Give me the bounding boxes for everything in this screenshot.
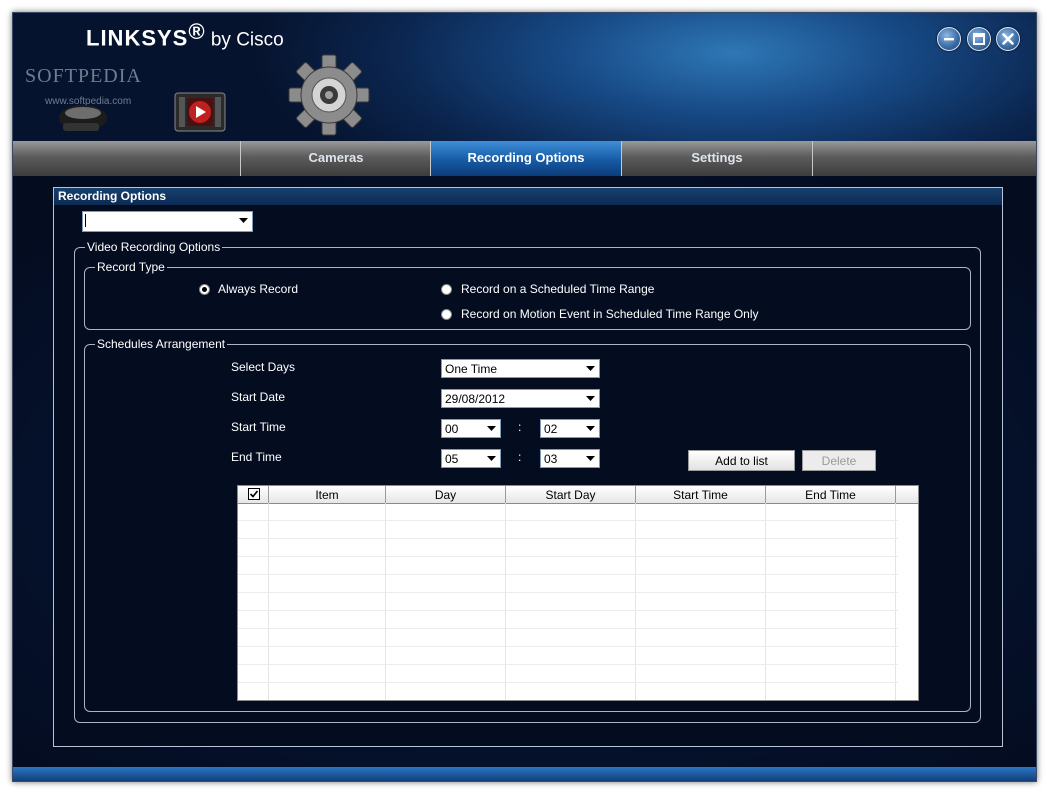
content-area: Recording Options Video Recording Option… (13, 176, 1036, 781)
logo-suffix: by Cisco (205, 29, 284, 51)
close-icon (1002, 33, 1014, 45)
table-row (238, 557, 898, 575)
chevron-down-icon (583, 391, 598, 406)
scheduled-time-range-label[interactable]: Record on a Scheduled Time Range (461, 282, 654, 296)
column-header-start-time[interactable]: Start Time (636, 486, 766, 503)
panel-title: Recording Options (54, 188, 1002, 205)
chevron-down-icon (583, 421, 598, 436)
end-time-minute-dropdown[interactable]: 03 (540, 449, 600, 468)
close-button[interactable] (996, 27, 1020, 51)
end-time-separator: : (518, 450, 522, 464)
logo-registered-mark: ® (188, 19, 206, 44)
motion-event-radio[interactable] (441, 309, 452, 320)
start-time-separator: : (518, 420, 522, 434)
select-days-label: Select Days (231, 360, 296, 374)
column-header-end-time[interactable]: End Time (766, 486, 896, 503)
select-all-column[interactable] (238, 486, 269, 503)
always-record-radio[interactable] (199, 284, 210, 295)
camera-icon (59, 105, 107, 131)
text-cursor (85, 214, 86, 227)
footer-bar (13, 767, 1036, 781)
table-row (238, 503, 898, 521)
motion-event-label[interactable]: Record on Motion Event in Scheduled Time… (461, 307, 759, 321)
end-time-minute-value: 03 (544, 452, 558, 466)
logo-brand: LINKSYS (86, 25, 189, 51)
header: LINKSYS® by Cisco SOFTPEDIA www.softpedi… (13, 13, 1036, 141)
start-date-value: 29/08/2012 (445, 392, 506, 406)
chevron-down-icon (583, 361, 598, 376)
tab-bar: Cameras Recording Options Settings (13, 141, 1036, 176)
table-header: Item Day Start Day Start Time End Time (238, 486, 918, 504)
table-row (238, 521, 898, 539)
start-date-label: Start Date (231, 390, 286, 404)
app-window: LINKSYS® by Cisco SOFTPEDIA www.softpedi… (12, 12, 1037, 782)
minimize-icon (944, 38, 954, 41)
start-time-label: Start Time (231, 420, 286, 434)
schedule-table: Item Day Start Day Start Time End Time (237, 485, 919, 701)
tab-settings[interactable]: Settings (621, 141, 813, 176)
end-time-hour-value: 05 (445, 452, 459, 466)
column-header-start-day[interactable]: Start Day (506, 486, 636, 503)
chevron-down-icon (236, 213, 251, 228)
start-date-picker[interactable]: 29/08/2012 (441, 389, 600, 408)
start-time-minute-value: 02 (544, 422, 558, 436)
schedules-arrangement-legend: Schedules Arrangement (95, 337, 228, 351)
minimize-button[interactable] (937, 27, 961, 51)
always-record-label[interactable]: Always Record (218, 282, 298, 296)
table-row (238, 593, 898, 611)
record-type-legend: Record Type (95, 260, 167, 274)
recording-options-panel: Recording Options Video Recording Option… (53, 187, 1003, 747)
chevron-down-icon (484, 421, 499, 436)
select-days-dropdown[interactable]: One Time (441, 359, 600, 378)
delete-button[interactable]: Delete (802, 450, 876, 471)
end-time-label: End Time (231, 450, 282, 464)
table-row (238, 575, 898, 593)
tab-cameras[interactable]: Cameras (240, 141, 431, 176)
gear-icon (288, 54, 370, 136)
profile-select[interactable] (82, 211, 253, 232)
select-all-checkbox[interactable] (248, 488, 260, 500)
film-icon (174, 92, 226, 132)
video-recording-options-legend: Video Recording Options (85, 240, 223, 254)
chevron-down-icon (583, 451, 598, 466)
table-row (238, 647, 898, 665)
table-row (238, 539, 898, 557)
table-row (238, 611, 898, 629)
add-to-list-button[interactable]: Add to list (688, 450, 795, 471)
maximize-button[interactable] (967, 27, 991, 51)
table-row (238, 629, 898, 647)
select-days-value: One Time (445, 362, 498, 376)
end-time-hour-dropdown[interactable]: 05 (441, 449, 501, 468)
maximize-icon (973, 33, 985, 45)
watermark: SOFTPEDIA (25, 65, 142, 87)
start-time-hour-value: 00 (445, 422, 459, 436)
start-time-minute-dropdown[interactable]: 02 (540, 419, 600, 438)
column-header-day[interactable]: Day (386, 486, 506, 503)
start-time-hour-dropdown[interactable]: 00 (441, 419, 501, 438)
chevron-down-icon (484, 451, 499, 466)
scheduled-time-range-radio[interactable] (441, 284, 452, 295)
tab-recording-options[interactable]: Recording Options (430, 141, 621, 176)
checkmark-icon (249, 490, 259, 498)
linksys-logo: LINKSYS® by Cisco (86, 19, 284, 51)
column-header-item[interactable]: Item (269, 486, 386, 503)
table-row (238, 665, 898, 683)
